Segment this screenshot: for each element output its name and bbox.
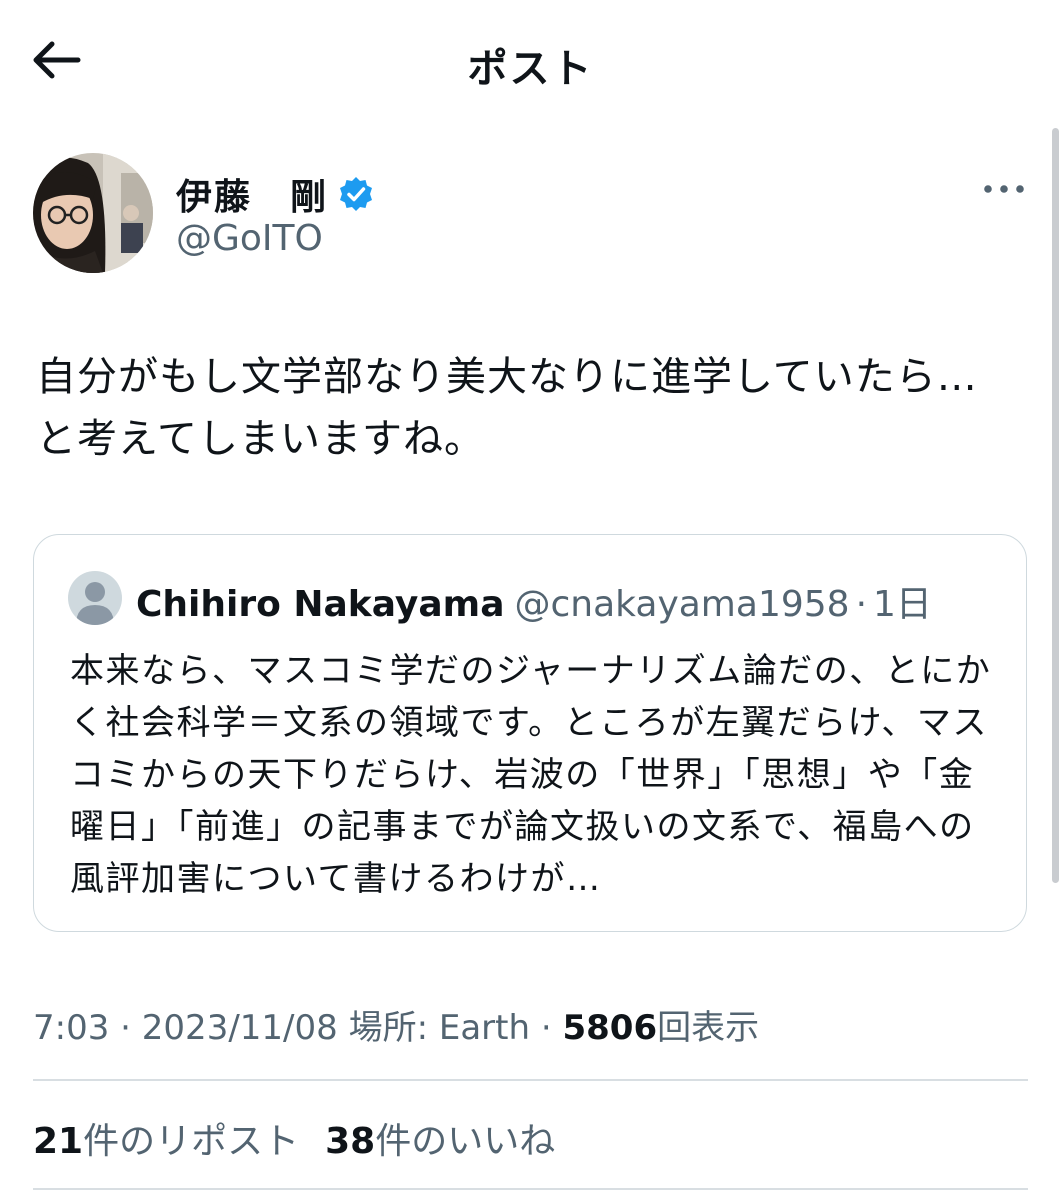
quoted-display-name[interactable]: Chihiro Nakayama — [136, 584, 505, 625]
post-date[interactable]: 2023/11/08 — [142, 1008, 338, 1048]
author-handle[interactable]: @GoITO — [176, 218, 323, 259]
reposts-count: 21 — [33, 1121, 84, 1162]
scrollbar[interactable] — [1052, 128, 1059, 883]
quoted-handle[interactable]: @cnakayama1958 — [515, 584, 850, 625]
author-avatar[interactable] — [33, 153, 153, 273]
verified-badge-icon — [340, 177, 373, 211]
author-name-row[interactable]: 伊藤 剛 — [176, 168, 374, 220]
author-display-name[interactable]: 伊藤 剛 — [176, 168, 328, 220]
meta-separator: · — [120, 1008, 131, 1048]
divider — [33, 1188, 1028, 1190]
quoted-text: 本来なら、マスコミ学だのジャーナリズム論だの、とにかく社会科学＝文系の領域です。… — [70, 651, 992, 899]
default-avatar-icon — [68, 571, 122, 625]
quoted-time[interactable]: 1日 — [873, 584, 932, 625]
meta-separator: · — [540, 1008, 552, 1048]
post-text: 自分がもし文学部なり美大なりに進学していたら… と考えてしまいますね。 — [36, 354, 978, 462]
post-time[interactable]: 7:03 — [33, 1008, 109, 1048]
likes-label: 件のいいね — [375, 1121, 556, 1162]
divider — [33, 1079, 1028, 1081]
top-bar: ポスト — [0, 0, 1061, 120]
post-location: 場所: Earth — [348, 1008, 531, 1048]
more-options-button[interactable] — [982, 176, 1026, 202]
quoted-post[interactable]: Chihiro Nakayama @cnakayama1958 · 1日 本来なら、マ… — [33, 534, 1027, 932]
engagement-stats: 21件のリポスト 38件のいいね — [33, 1112, 581, 1164]
quoted-header: Chihiro Nakayama @cnakayama1958 · 1日 — [136, 575, 932, 627]
likes-count: 38 — [325, 1121, 376, 1162]
reposts-label: 件のリポスト — [83, 1121, 300, 1162]
views-count: 5806 — [562, 1008, 658, 1048]
more-dots-icon — [984, 185, 1024, 193]
views-label: 回表示 — [657, 1008, 760, 1048]
quoted-separator: · — [855, 584, 868, 625]
likes-stat[interactable]: 38件のいいね — [325, 1112, 555, 1164]
page-title: ポスト — [467, 46, 594, 92]
post-meta: 7:03 · 2023/11/08 場所: Earth · 5806回表示 — [33, 1000, 759, 1049]
quoted-avatar[interactable] — [68, 571, 122, 625]
reposts-stat[interactable]: 21件のリポスト — [33, 1112, 299, 1164]
